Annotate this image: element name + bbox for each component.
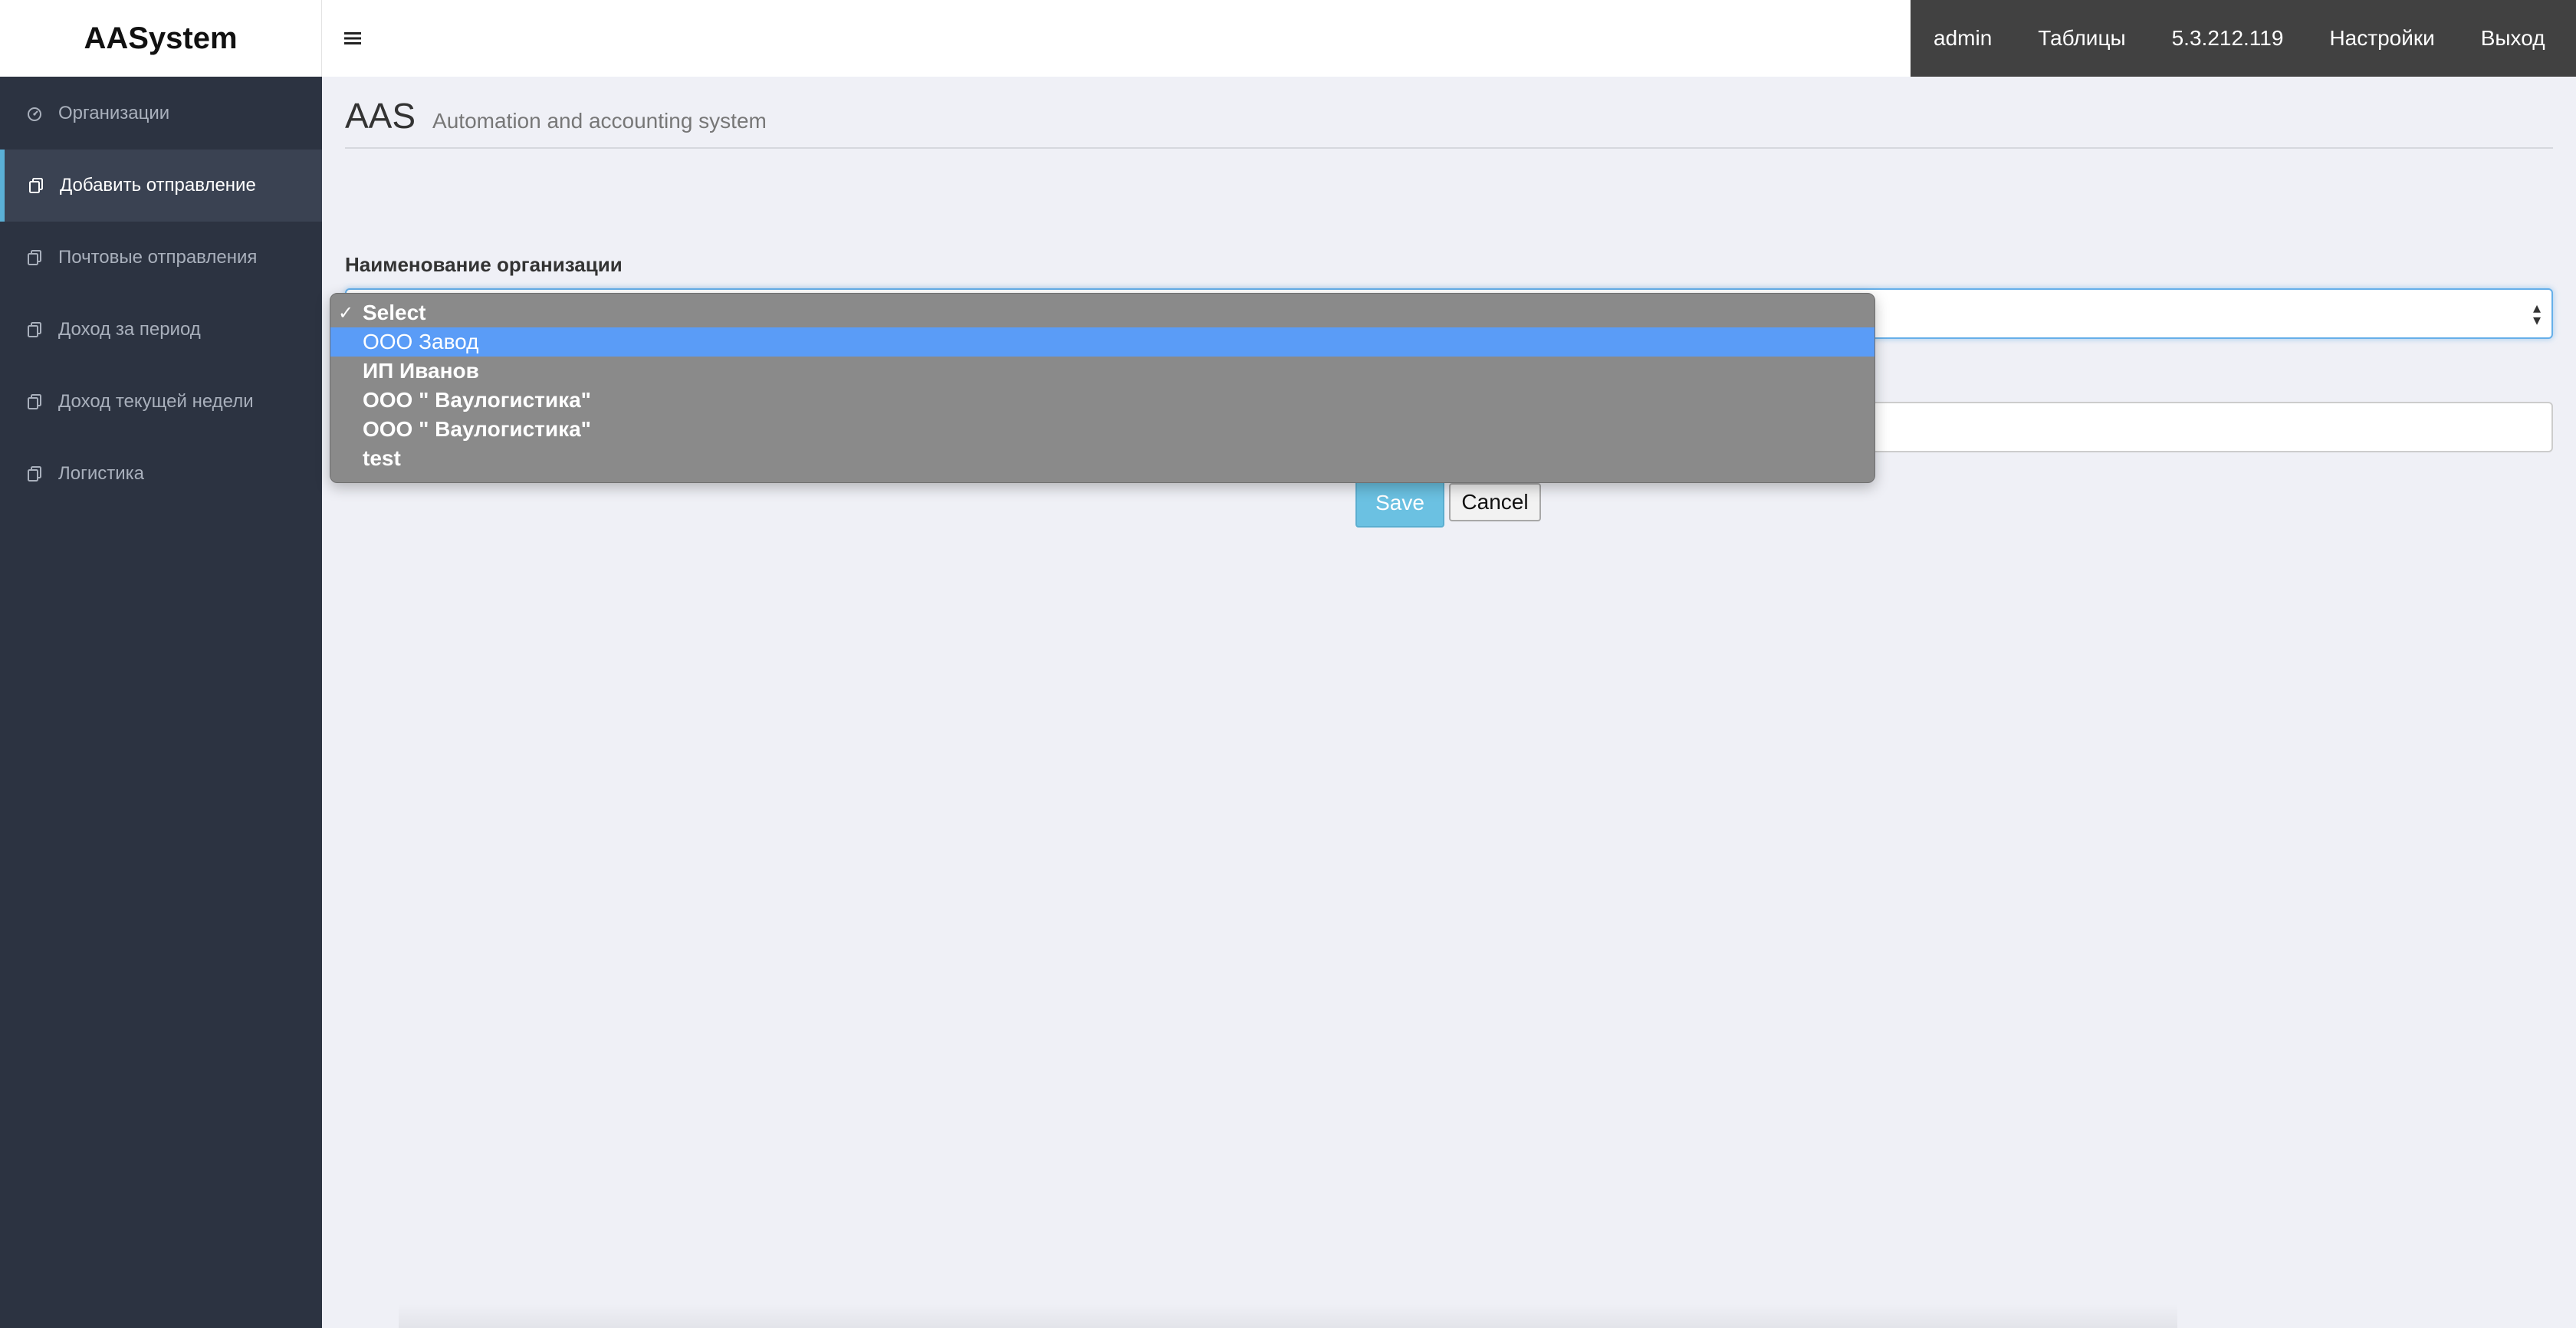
sidebar-item-label: Логистика — [58, 463, 145, 484]
dropdown-option-label: ООО " Ваулогистика" — [363, 388, 591, 412]
brand-logo[interactable]: AASystem — [0, 0, 322, 77]
page-bottom-shadow — [399, 1303, 2177, 1328]
page-subtitle: Automation and accounting system — [432, 109, 767, 133]
sidebar-item-add-shipment[interactable]: Добавить отправление — [0, 150, 322, 222]
topnav-logout[interactable]: Выход — [2481, 26, 2545, 51]
copy-icon — [28, 177, 44, 194]
topnav-tables[interactable]: Таблицы — [2038, 26, 2125, 51]
dropdown-option-label: ООО " Ваулогистика" — [363, 417, 591, 441]
dropdown-option-highlighted[interactable]: ООО Завод — [330, 327, 1875, 357]
cancel-button[interactable]: Cancel — [1449, 483, 1541, 521]
organization-label: Наименование организации — [345, 253, 623, 276]
sidebar-item-organizations[interactable]: Организации — [0, 77, 322, 150]
sidebar-item-income-period[interactable]: Доход за период — [0, 294, 322, 366]
dropdown-option-label: test — [363, 446, 401, 470]
dropdown-option[interactable]: ООО " Ваулогистика" — [330, 415, 1875, 444]
copy-icon — [26, 321, 43, 338]
checkmark-icon: ✓ — [338, 302, 354, 324]
copy-icon — [26, 249, 43, 266]
top-bar: admin Таблицы 5.3.212.119 Настройки Выхо… — [322, 0, 2576, 77]
dropdown-option[interactable]: test — [330, 444, 1875, 473]
topnav-settings[interactable]: Настройки — [2329, 26, 2434, 51]
save-button[interactable]: Save — [1355, 478, 1444, 528]
dashboard-icon — [26, 105, 43, 122]
copy-icon — [26, 465, 43, 482]
page-title: AAS — [345, 96, 416, 136]
dropdown-option[interactable]: ИП Иванов — [330, 357, 1875, 386]
dropdown-option[interactable]: ООО " Ваулогистика" — [330, 386, 1875, 415]
dropdown-option-label: ИП Иванов — [363, 359, 479, 383]
copy-icon — [26, 393, 43, 410]
sidebar-item-label: Доход за период — [58, 319, 201, 340]
sidebar: AASystem Организации Добавить отправлени… — [0, 0, 322, 1328]
sidebar-item-label: Доход текущей недели — [58, 391, 254, 412]
sidebar-item-postal-shipments[interactable]: Почтовые отправления — [0, 222, 322, 294]
dropdown-option-label: ООО Завод — [363, 330, 479, 353]
hamburger-icon[interactable] — [343, 23, 362, 54]
select-arrows-icon: ▴ ▾ — [2532, 300, 2541, 329]
topnav-admin[interactable]: admin — [1934, 26, 1992, 51]
sidebar-item-label: Почтовые отправления — [58, 247, 258, 268]
organization-dropdown: ✓ Select ООО Завод ИП Иванов ООО " Вауло… — [330, 293, 1875, 483]
topnav-ip-address[interactable]: 5.3.212.119 — [2172, 26, 2284, 51]
main-content: AAS Automation and accounting system Наи… — [345, 77, 2553, 528]
page-header: AAS Automation and accounting system — [345, 77, 2553, 149]
dropdown-option[interactable]: ✓ Select — [330, 298, 1875, 327]
top-nav: admin Таблицы 5.3.212.119 Настройки Выхо… — [1911, 0, 2576, 77]
sidebar-item-label: Организации — [58, 103, 170, 123]
dropdown-option-label: Select — [363, 301, 426, 324]
sidebar-nav: Организации Добавить отправление Почтовы… — [0, 77, 322, 510]
sidebar-item-logistics[interactable]: Логистика — [0, 438, 322, 510]
sidebar-item-income-week[interactable]: Доход текущей недели — [0, 366, 322, 438]
sidebar-item-label: Добавить отправление — [60, 175, 256, 196]
